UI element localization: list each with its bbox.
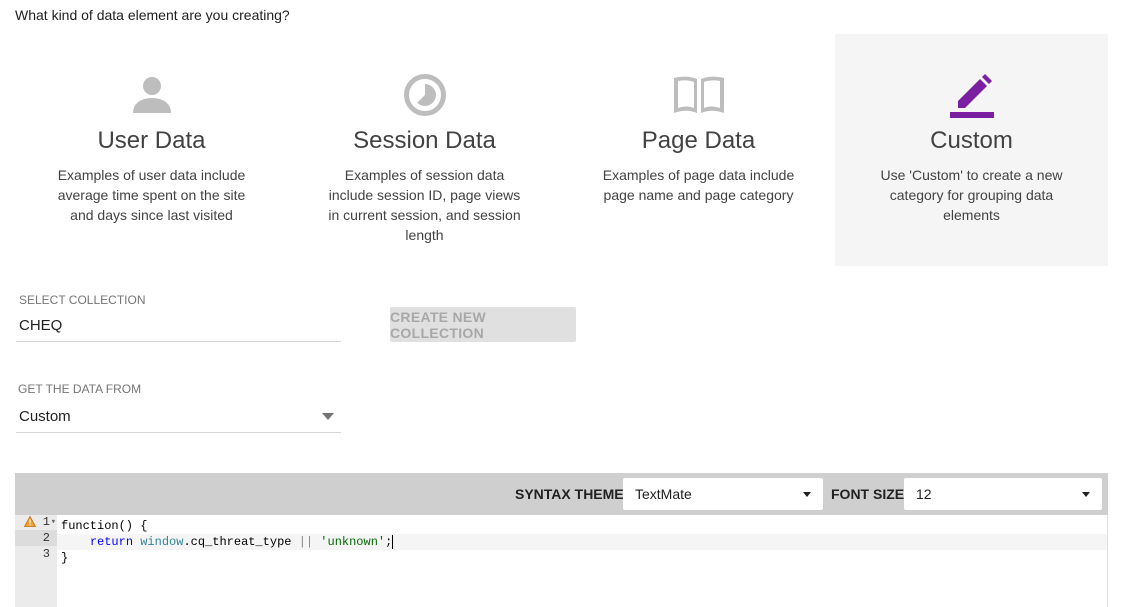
- data-source-label: GET THE DATA FROM: [18, 382, 142, 396]
- edit-icon: [949, 74, 994, 118]
- font-size-label: FONT SIZE: [831, 486, 905, 502]
- editor-gutter: 1 ▾ 2 3: [15, 515, 57, 607]
- font-size-value: 12: [916, 486, 932, 502]
- data-source-underline: [16, 432, 341, 433]
- code-editor[interactable]: 1 ▾ 2 3 function() { return window.cq_th…: [15, 515, 1108, 607]
- code-line-2: return window.cq_threat_type || 'unknown…: [89, 534, 394, 549]
- card-title: User Data: [97, 127, 206, 154]
- line-number: 2: [15, 530, 57, 546]
- select-collection-label: SELECT COLLECTION: [19, 293, 146, 307]
- warning-icon: [24, 516, 36, 527]
- card-description: Use 'Custom' to create a new category fo…: [880, 167, 1063, 223]
- card-description: Examples of page data include page name …: [602, 167, 795, 203]
- line-number: 3: [42, 547, 50, 561]
- collection-underline: [16, 341, 341, 342]
- line-number: 1 ▾: [15, 514, 57, 530]
- card-user-data[interactable]: User Data Examples of user data include …: [15, 34, 288, 266]
- person-icon: [132, 77, 171, 113]
- code-line-1: function() {: [61, 519, 148, 533]
- syntax-theme-select[interactable]: TextMate: [623, 478, 823, 510]
- font-size-select[interactable]: 12: [904, 478, 1102, 510]
- card-session-data[interactable]: Session Data Examples of session data in…: [288, 34, 561, 266]
- card-page-data[interactable]: Page Data Examples of page data include …: [562, 34, 835, 266]
- collection-input[interactable]: CHEQ: [19, 317, 62, 334]
- data-type-cards: User Data Examples of user data include …: [15, 34, 1108, 266]
- card-description: Examples of user data include average ti…: [57, 167, 246, 223]
- data-element-page: What kind of data element are you creati…: [0, 0, 1122, 607]
- card-title: Session Data: [353, 127, 496, 154]
- card-description: Examples of session data include session…: [328, 167, 521, 243]
- card-title: Custom: [930, 127, 1013, 154]
- syntax-theme-value: TextMate: [635, 486, 692, 502]
- book-icon: [673, 76, 724, 113]
- editor-toolbar: SYNTAX THEME TextMate FONT SIZE 12: [15, 473, 1108, 515]
- create-new-collection-button[interactable]: CREATE NEW COLLECTION: [390, 307, 576, 342]
- page-question: What kind of data element are you creati…: [15, 7, 290, 23]
- text-cursor: [392, 534, 394, 549]
- fold-arrow-icon[interactable]: ▾: [51, 514, 56, 530]
- code-line-3: }: [61, 551, 69, 565]
- card-title: Page Data: [641, 127, 756, 154]
- chevron-down-icon: [803, 492, 811, 497]
- data-source-select[interactable]: Custom: [19, 408, 71, 425]
- chevron-down-icon: [1082, 492, 1090, 497]
- card-custom[interactable]: Custom Use 'Custom' to create a new cate…: [835, 34, 1108, 266]
- chevron-down-icon[interactable]: [322, 413, 334, 420]
- syntax-theme-label: SYNTAX THEME: [515, 486, 624, 502]
- timer-icon: [403, 74, 446, 116]
